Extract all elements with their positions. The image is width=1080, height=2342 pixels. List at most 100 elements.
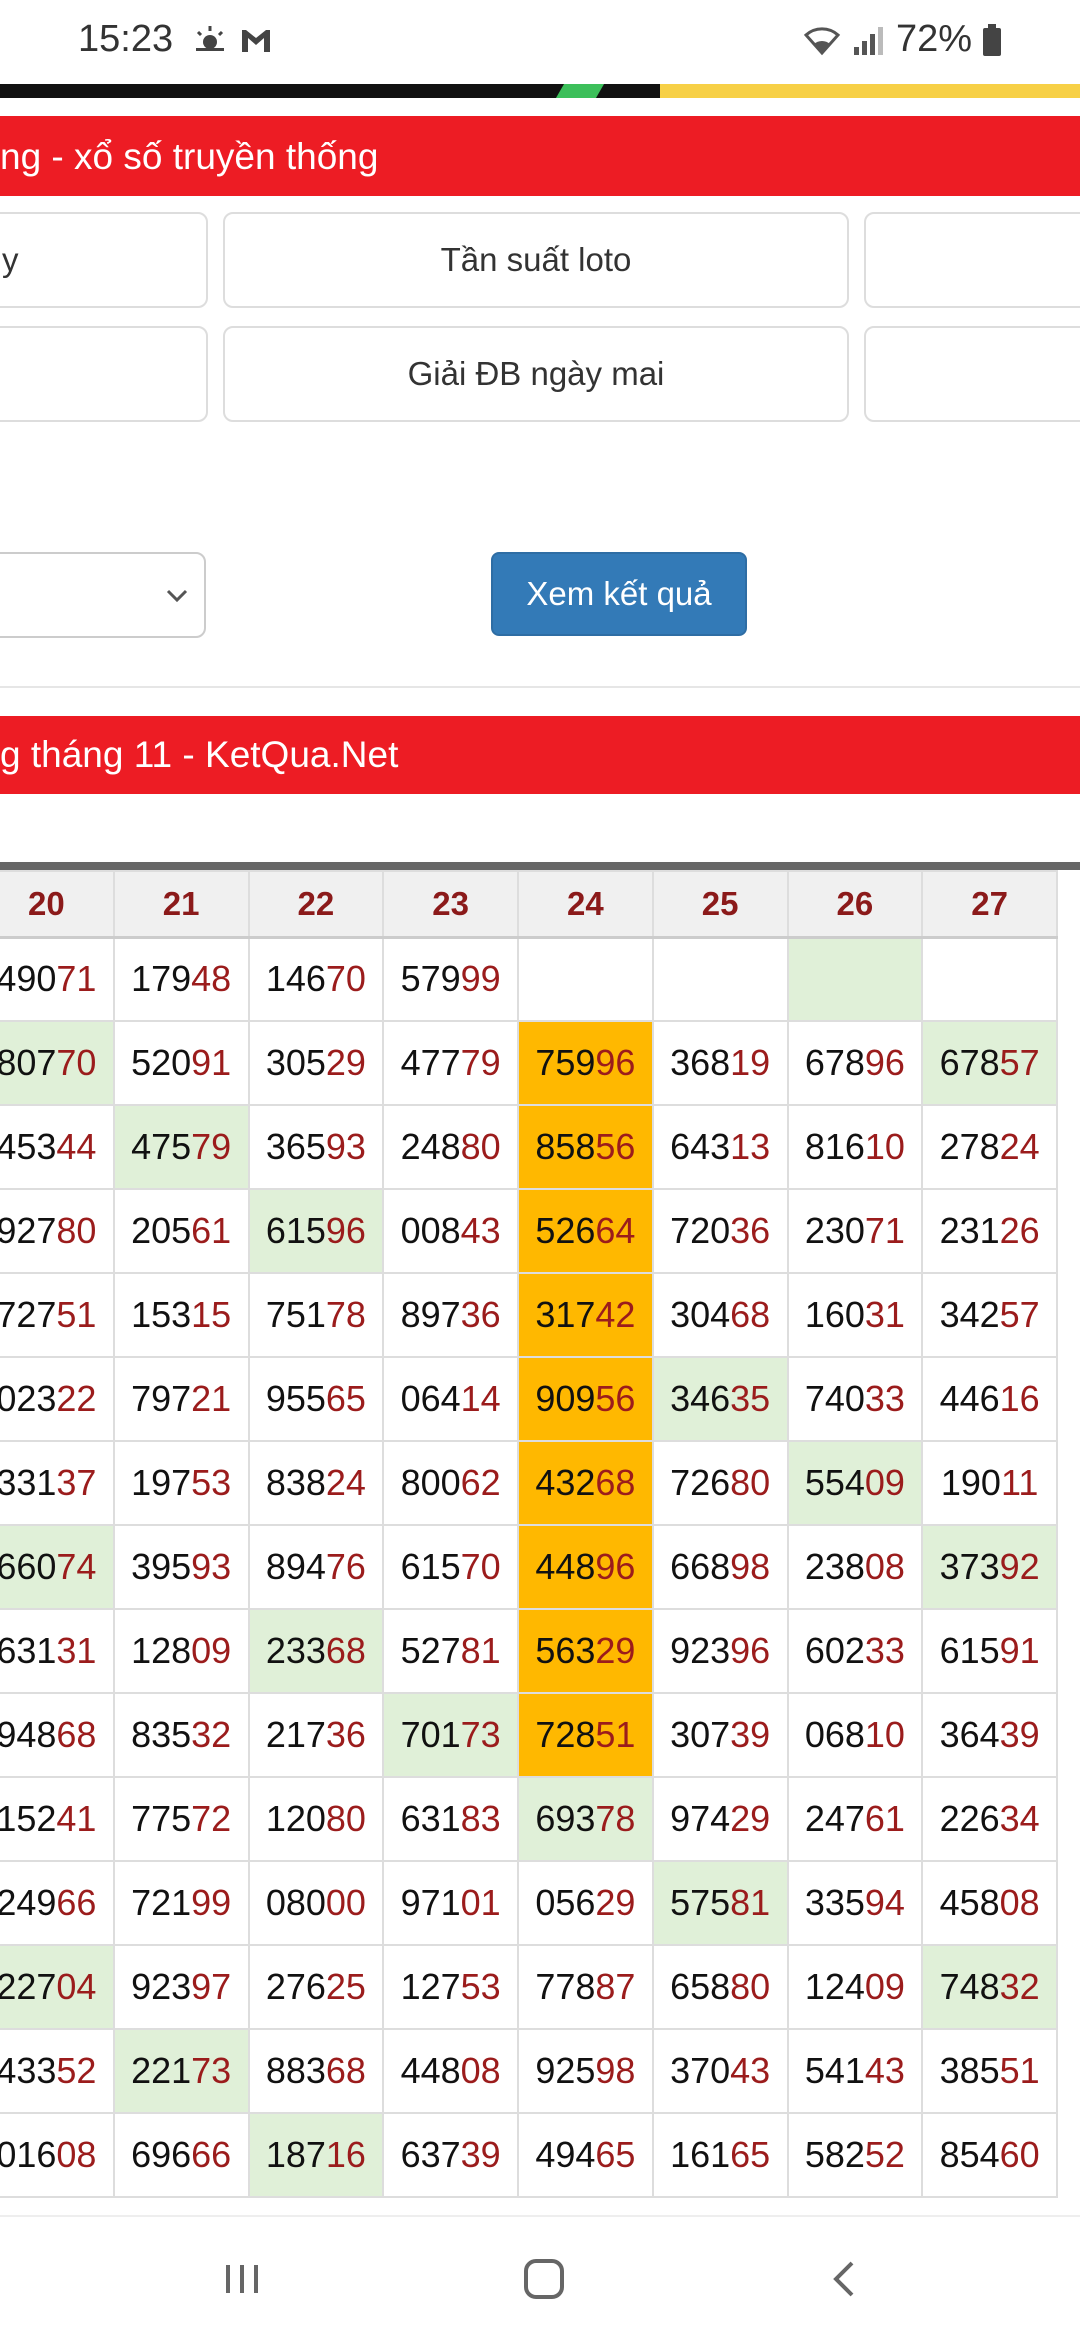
result-tail-digits: 65 <box>730 2134 771 2175</box>
result-head-digits: 575 <box>670 1882 731 1923</box>
nav-button-partial-left[interactable]: y <box>0 212 208 308</box>
result-cell: 52091 <box>112 1020 250 1106</box>
result-head-digits: 230 <box>804 1210 865 1251</box>
result-cell: 92780 <box>0 1188 115 1274</box>
result-cell: 85460 <box>921 2112 1058 2198</box>
result-head-digits: 304 <box>670 1294 731 1335</box>
result-cell <box>651 936 789 1022</box>
result-cell: 61591 <box>921 1608 1058 1694</box>
result-head-digits: 678 <box>804 1042 865 1083</box>
result-cell: 27824 <box>921 1104 1058 1190</box>
result-tail-digits: 56 <box>595 1378 636 1419</box>
result-head-digits: 728 <box>535 1714 596 1755</box>
result-head-digits: 909 <box>535 1378 596 1419</box>
result-head-digits: 433 <box>0 2050 57 2091</box>
nav-button-partial-right-2[interactable] <box>864 326 1080 422</box>
nav-button-partial-left-label: y <box>2 241 19 278</box>
table-row: 49071 17948 14670 57999 <box>0 936 1058 1022</box>
result-cell: 06810 <box>786 1692 924 1778</box>
result-tail-digits: 29 <box>595 1630 636 1671</box>
result-cell: 72751 <box>0 1272 115 1358</box>
result-cell: 15241 <box>0 1776 115 1862</box>
result-cell: 61570 <box>382 1524 519 1610</box>
result-cell: 72851 <box>517 1692 654 1778</box>
result-cell: 97101 <box>382 1860 519 1946</box>
result-head-digits: 305 <box>265 1042 326 1083</box>
table-row: 02322 79721 95565 06414 90956 34635 74033 44616 <box>0 1356 1058 1442</box>
result-tail-digits: 43 <box>460 1210 501 1251</box>
view-results-button[interactable]: Xem kết quả <box>491 552 747 636</box>
result-tail-digits: 21 <box>191 1378 232 1419</box>
result-head-digits: 927 <box>0 1210 57 1251</box>
db-tomorrow-button[interactable]: Giải ĐB ngày mai <box>223 326 849 422</box>
result-head-digits: 161 <box>670 2134 731 2175</box>
result-tail-digits: 51 <box>595 1714 636 1755</box>
results-table-container[interactable]: 20 21 22 23 24 25 26 27 49071 17948 14670 57999 807… <box>0 862 1080 2215</box>
results-table: 20 21 22 23 24 25 26 27 49071 17948 14670 57999 807… <box>0 870 1058 2198</box>
result-cell: 61596 <box>247 1188 385 1274</box>
loto-frequency-button[interactable]: Tần suất loto <box>223 212 849 308</box>
table-row: 94868 83532 21736 70173 72851 30739 06810 36439 <box>0 1692 1058 1778</box>
result-head-digits: 615 <box>400 1546 461 1587</box>
result-tail-digits: 61 <box>191 1210 232 1251</box>
result-tail-digits: 96 <box>595 1042 636 1083</box>
result-cell: 47779 <box>382 1020 519 1106</box>
result-head-digits: 453 <box>0 1126 57 1167</box>
table-body: 49071 17948 14670 57999 80770 52091 30529 47779… <box>0 936 1058 2198</box>
result-tail-digits: 16 <box>325 2134 366 2175</box>
recent-apps-icon[interactable] <box>212 2249 272 2309</box>
result-cell: 43268 <box>517 1440 654 1526</box>
result-tail-digits: 24 <box>325 1462 366 1503</box>
result-head-digits: 897 <box>400 1294 461 1335</box>
result-cell: 56329 <box>517 1608 654 1694</box>
result-cell: 12080 <box>247 1776 385 1862</box>
nav-button-partial-left-2[interactable] <box>0 326 208 422</box>
result-cell: 31742 <box>517 1272 654 1358</box>
gmail-icon <box>242 30 270 52</box>
home-icon[interactable] <box>514 2249 574 2309</box>
result-cell: 36593 <box>247 1104 385 1190</box>
result-cell: 63183 <box>382 1776 519 1862</box>
result-cell: 02322 <box>0 1356 115 1442</box>
result-tail-digits: 51 <box>56 1294 97 1335</box>
result-cell: 85856 <box>517 1104 654 1190</box>
result-cell: 22704 <box>0 1944 115 2030</box>
nav-button-partial-right[interactable] <box>864 212 1080 308</box>
result-tail-digits: 81 <box>730 1882 771 1923</box>
result-cell: 01608 <box>0 2112 115 2198</box>
result-tail-digits: 08 <box>56 2134 97 2175</box>
result-cell <box>786 936 924 1022</box>
result-cell: 94868 <box>0 1692 115 1778</box>
result-cell: 77887 <box>517 1944 654 2030</box>
table-top-border <box>0 862 1080 870</box>
result-tail-digits: 70 <box>56 1042 97 1083</box>
result-cell: 18716 <box>247 2112 385 2198</box>
result-tail-digits: 80 <box>56 1210 97 1251</box>
result-head-digits: 446 <box>939 1378 1000 1419</box>
result-cell: 81610 <box>786 1104 924 1190</box>
table-row: 22704 92397 27625 12753 77887 65880 12409 74832 <box>0 1944 1058 2030</box>
back-icon[interactable] <box>816 2249 876 2309</box>
result-head-digits: 696 <box>131 2134 192 2175</box>
result-head-digits: 016 <box>0 2134 57 2175</box>
result-cell: 83824 <box>247 1440 385 1526</box>
result-tail-digits: 65 <box>595 2134 636 2175</box>
result-tail-digits: 36 <box>460 1294 501 1335</box>
result-cell: 24880 <box>382 1104 519 1190</box>
result-head-digits: 726 <box>670 1462 731 1503</box>
result-cell: 43352 <box>0 2028 115 2114</box>
date-select[interactable] <box>0 552 206 638</box>
result-tail-digits: 39 <box>730 1714 771 1755</box>
result-cell: 69666 <box>112 2112 250 2198</box>
result-tail-digits: 78 <box>325 1294 366 1335</box>
result-tail-digits: 29 <box>730 1798 771 1839</box>
result-tail-digits: 70 <box>460 1546 501 1587</box>
result-head-digits: 554 <box>804 1462 865 1503</box>
result-head-digits: 668 <box>670 1546 731 1587</box>
result-cell: 72036 <box>651 1188 789 1274</box>
result-head-digits: 448 <box>400 2050 461 2091</box>
result-cell: 08000 <box>247 1860 385 1946</box>
result-tail-digits: 14 <box>460 1378 501 1419</box>
result-cell: 12753 <box>382 1944 519 2030</box>
result-tail-digits: 43 <box>864 2050 905 2091</box>
